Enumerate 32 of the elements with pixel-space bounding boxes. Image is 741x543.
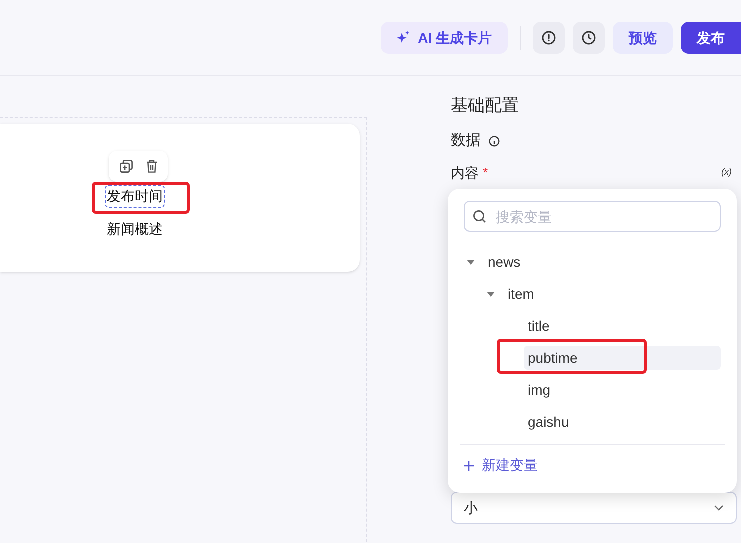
- plus-icon: [464, 460, 474, 470]
- required-mark: *: [483, 164, 488, 182]
- variable-button[interactable]: (x): [722, 166, 732, 180]
- preview-button[interactable]: 预览: [613, 22, 673, 54]
- variable-tree-item[interactable]: gaishu: [528, 410, 570, 434]
- section-title: 数据: [451, 131, 481, 151]
- variable-tree-item[interactable]: pubtime: [524, 346, 721, 370]
- card-text[interactable]: 新闻概述: [107, 219, 163, 240]
- panel-title: 基础配置: [451, 95, 520, 117]
- size-select[interactable]: 小: [451, 492, 737, 524]
- search-icon: [473, 210, 487, 224]
- field-label: 内容: [451, 164, 479, 182]
- alert-icon: [542, 30, 556, 44]
- history-button[interactable]: [573, 22, 605, 54]
- caret-down-icon[interactable]: [466, 258, 476, 266]
- ai-generate-button[interactable]: AI 生成卡片: [381, 22, 508, 54]
- variable-tree-item[interactable]: item: [508, 282, 534, 306]
- chevron-down-icon: [714, 505, 724, 511]
- variable-tree-item[interactable]: news: [488, 250, 521, 274]
- variable-tree-item[interactable]: img: [528, 378, 551, 402]
- variable-tree-item[interactable]: title: [528, 314, 550, 338]
- new-variable-button[interactable]: 新建变量: [464, 455, 538, 476]
- trash-icon[interactable]: [146, 160, 158, 173]
- info-icon: [489, 136, 500, 147]
- sparkle-icon: [397, 31, 410, 44]
- copy-icon[interactable]: [120, 160, 132, 173]
- card-text[interactable]: 发布时间: [106, 186, 164, 207]
- info-button[interactable]: [533, 22, 565, 54]
- caret-down-icon[interactable]: [486, 290, 496, 298]
- search-field[interactable]: 搜索变量: [464, 201, 721, 232]
- clock-icon: [582, 30, 596, 44]
- publish-button[interactable]: 发布: [681, 22, 741, 54]
